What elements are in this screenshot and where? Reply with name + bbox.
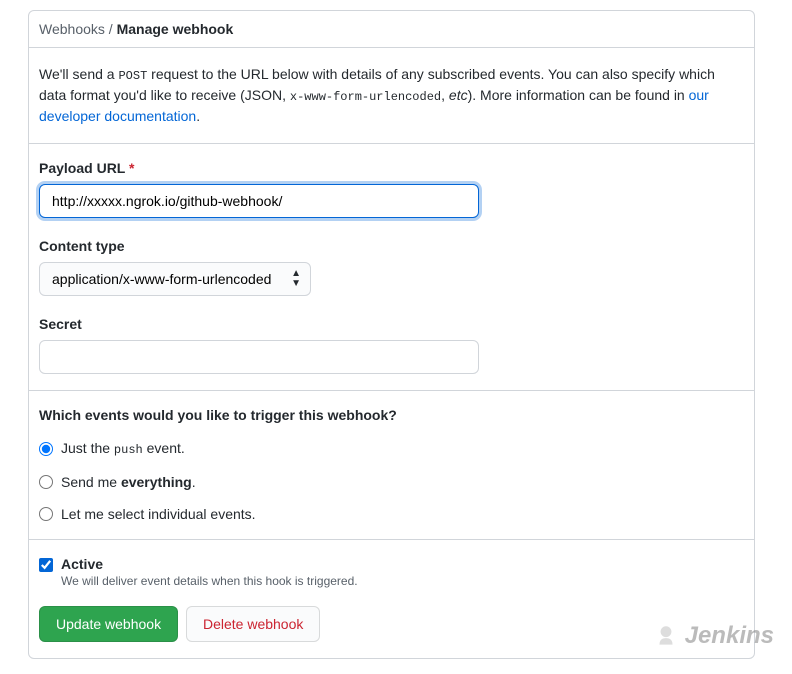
events-question: Which events would you like to trigger t… <box>39 407 744 423</box>
breadcrumb-separator: / <box>109 21 117 37</box>
events-label-everything[interactable]: Send me everything. <box>61 473 196 491</box>
active-title: Active <box>61 556 358 572</box>
post-code: POST <box>118 69 147 83</box>
events-radio-push[interactable] <box>39 442 53 456</box>
active-section: Active We will deliver event details whe… <box>29 540 754 658</box>
payload-url-label: Payload URL * <box>39 160 744 176</box>
update-webhook-button[interactable]: Update webhook <box>39 606 178 642</box>
description-text: We'll send a POST request to the URL bel… <box>29 48 754 144</box>
jenkins-icon <box>653 623 679 649</box>
payload-url-input[interactable] <box>39 184 479 218</box>
content-type-label: Content type <box>39 238 744 254</box>
form-fields-section: Payload URL * Content type application/x… <box>29 144 754 391</box>
breadcrumb: Webhooks / Manage webhook <box>29 11 754 48</box>
required-indicator: * <box>129 160 134 176</box>
content-type-select[interactable]: application/x-www-form-urlencoded <box>39 262 311 296</box>
breadcrumb-current: Manage webhook <box>117 21 234 37</box>
secret-input[interactable] <box>39 340 479 374</box>
secret-label: Secret <box>39 316 744 332</box>
events-radio-individual[interactable] <box>39 507 53 521</box>
events-label-push[interactable]: Just the push event. <box>61 439 185 459</box>
active-description: We will deliver event details when this … <box>61 574 358 588</box>
active-checkbox[interactable] <box>39 558 53 572</box>
events-section: Which events would you like to trigger t… <box>29 391 754 540</box>
jenkins-watermark: Jenkins <box>653 622 774 650</box>
webhook-form-container: Webhooks / Manage webhook We'll send a P… <box>28 10 755 659</box>
delete-webhook-button[interactable]: Delete webhook <box>186 606 320 642</box>
events-radio-everything[interactable] <box>39 475 53 489</box>
events-label-individual[interactable]: Let me select individual events. <box>61 505 256 523</box>
etc-text: etc <box>449 87 468 103</box>
breadcrumb-parent-link[interactable]: Webhooks <box>39 21 105 37</box>
urlencoded-code: x-www-form-urlencoded <box>290 90 441 104</box>
